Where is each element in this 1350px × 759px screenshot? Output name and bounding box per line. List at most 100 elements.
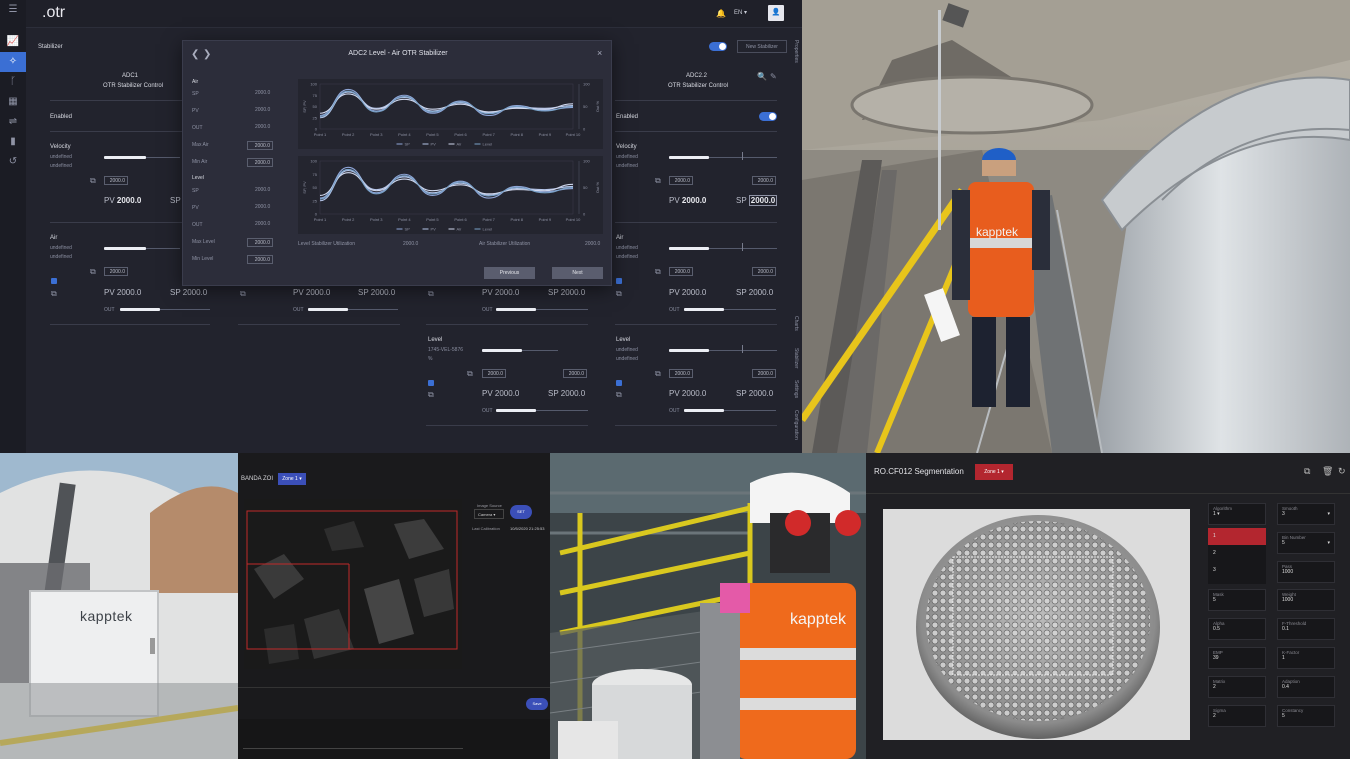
adc22-air-checkbox[interactable] xyxy=(616,278,622,284)
legend-entry: SP xyxy=(405,142,411,147)
param-field-alpha[interactable]: Alpha 0.5 xyxy=(1208,618,1266,640)
banda-save-button[interactable]: Save xyxy=(526,698,548,710)
global-toggle[interactable] xyxy=(709,42,727,51)
bell-icon[interactable]: 🔔 xyxy=(716,9,726,18)
modal-row-input[interactable]: 2000.0 xyxy=(247,158,273,167)
copy-icon[interactable]: ⧉ xyxy=(240,289,246,299)
banda-zone-dropdown[interactable]: Zone 1 ▾ xyxy=(278,473,306,485)
param-field-matrix[interactable]: Matrix 2 xyxy=(1208,676,1266,698)
grid-icon[interactable]: ▦ xyxy=(0,92,26,112)
algorithm-option[interactable]: 1 xyxy=(1208,528,1266,545)
param-field-constancy[interactable]: Constancy 5 xyxy=(1277,705,1335,727)
y-tick-label: 75 xyxy=(313,93,318,98)
param-field-emp[interactable]: EMP 39 xyxy=(1208,647,1266,669)
algorithm-option[interactable]: 2 xyxy=(1208,545,1266,562)
adc22-level-out-label: OUT xyxy=(669,408,680,414)
field-label: EMP xyxy=(1213,650,1223,655)
level-input-2[interactable]: 2000.0 xyxy=(563,369,587,378)
level-input-1[interactable]: 2000.0 xyxy=(482,369,506,378)
level-checkbox[interactable] xyxy=(428,380,434,386)
level-slider[interactable] xyxy=(482,349,522,352)
copy-icon[interactable]: ⧉ xyxy=(655,176,661,186)
bar-chart-icon[interactable]: ▮ xyxy=(0,132,26,152)
adc1-velocity-input[interactable]: 2000.0 xyxy=(104,176,128,185)
adc1-velocity-slider[interactable] xyxy=(104,156,146,159)
link-icon[interactable]: ⧉ xyxy=(428,390,434,400)
adc1-air-checkbox[interactable] xyxy=(51,278,57,284)
user-avatar-icon[interactable]: 👤 xyxy=(768,5,784,21)
stabilizer-modal: ❮ ❯ ADC2 Level - Air OTR Stabilizer × Ai… xyxy=(182,40,612,286)
seg-zone-dropdown[interactable]: Zone 1 ▾ xyxy=(975,464,1013,480)
adc22-level-pv: PV 2000.0 xyxy=(669,389,707,398)
adc22-sp-readout[interactable]: SP 2000.0 xyxy=(736,195,778,206)
field-value: 0.5 xyxy=(1213,626,1220,632)
field-value: 1 ▾ xyxy=(1213,511,1220,517)
menu-icon[interactable]: ☰ xyxy=(0,0,26,20)
froth-camera-view[interactable] xyxy=(883,509,1190,740)
rock-camera-view[interactable] xyxy=(244,499,462,669)
adc22-velocity-slider[interactable] xyxy=(669,156,709,159)
image-source-select[interactable]: Camera ▾ xyxy=(474,509,504,519)
copy-icon[interactable]: ⧉ xyxy=(90,176,96,186)
adc22-input-2[interactable]: 2000.0 xyxy=(752,176,776,185)
param-field-pass[interactable]: Pass 1000 xyxy=(1277,561,1335,583)
adc22-level-checkbox[interactable] xyxy=(616,380,622,386)
side-tab-configuration[interactable]: Configuration xyxy=(793,410,799,440)
close-icon[interactable]: × xyxy=(597,48,602,58)
history-icon[interactable]: ↺ xyxy=(0,152,26,172)
param-field-sigma[interactable]: Sigma 2 xyxy=(1208,705,1266,727)
new-stabilizer-button[interactable]: New Stabilizer xyxy=(737,40,787,53)
link-icon[interactable]: ⧉ xyxy=(51,289,57,299)
previous-button[interactable]: Previous xyxy=(484,267,535,279)
edit-icon[interactable]: ✎ xyxy=(770,72,777,81)
copy-icon[interactable]: ⧉ xyxy=(655,369,661,379)
adc1-air-slider[interactable] xyxy=(104,247,146,250)
adc22-level-slider[interactable] xyxy=(669,349,709,352)
side-tab-properties[interactable]: Properties xyxy=(793,40,799,63)
copy-icon[interactable]: ⧉ xyxy=(90,267,96,277)
next-button[interactable]: Next xyxy=(552,267,603,279)
adc22-air-input-1[interactable]: 2000.0 xyxy=(669,267,693,276)
modal-row-input[interactable]: 2000.0 xyxy=(247,238,273,247)
copy-icon[interactable]: ⧉ xyxy=(1304,466,1310,477)
set-button[interactable]: SET xyxy=(510,505,532,519)
copy-icon[interactable]: ⧉ xyxy=(428,289,434,299)
side-tab-settings[interactable]: Settings xyxy=(793,380,799,398)
link-icon[interactable]: ⧉ xyxy=(616,289,622,299)
param-field-adaption[interactable]: Adaption 0.4 xyxy=(1277,676,1335,698)
algorithm-select[interactable]: Algorithm 1 ▾ xyxy=(1208,503,1266,525)
chart-icon[interactable]: 📈 xyxy=(0,32,26,52)
sliders-icon[interactable]: ⇌ xyxy=(0,112,26,132)
copy-icon[interactable]: ⧉ xyxy=(467,369,473,379)
modal-row-input[interactable]: 2000.0 xyxy=(247,255,273,264)
param-field-smooth[interactable]: Smooth 3 ▾ xyxy=(1277,503,1335,525)
series-line-sp xyxy=(319,88,574,117)
adc1-air-input[interactable]: 2000.0 xyxy=(104,267,128,276)
adc1-air-label: Air xyxy=(50,235,58,241)
stabilizer-nav-icon[interactable]: ✧ xyxy=(0,52,26,72)
adc22-air-input-2[interactable]: 2000.0 xyxy=(752,267,776,276)
branch-icon[interactable]: ᚴ xyxy=(0,72,26,92)
refresh-icon[interactable]: ↻ xyxy=(1338,466,1346,477)
adc22-enabled-toggle[interactable] xyxy=(759,112,777,121)
param-field-k-factor[interactable]: K-Factor 1 xyxy=(1277,647,1335,669)
param-field-bin-number[interactable]: Bin Number 5 ▾ xyxy=(1277,532,1335,554)
link-icon[interactable]: ⧉ xyxy=(616,390,622,400)
side-tab-stabilizer[interactable]: Stabilizer xyxy=(793,348,799,369)
copy-icon[interactable]: ⧉ xyxy=(655,267,661,277)
adc22-out-bar xyxy=(684,308,724,311)
param-field-f-threshold[interactable]: F-Threshold 0.1 xyxy=(1277,618,1335,640)
param-field-weight[interactable]: Weight 1000 xyxy=(1277,589,1335,611)
adc22-level-input-1[interactable]: 2000.0 xyxy=(669,369,693,378)
adc22-input-1[interactable]: 2000.0 xyxy=(669,176,693,185)
adc1-air-undefined-1: undefined xyxy=(50,245,72,251)
adc22-level-input-2[interactable]: 2000.0 xyxy=(752,369,776,378)
language-selector[interactable]: EN ▾ xyxy=(734,9,747,16)
side-tab-charts[interactable]: Charts xyxy=(793,316,799,331)
delete-icon[interactable]: 🗑 xyxy=(1322,466,1333,477)
param-field-mask[interactable]: Mask 5 xyxy=(1208,589,1266,611)
adc22-air-slider[interactable] xyxy=(669,247,709,250)
algorithm-option[interactable]: 3 xyxy=(1208,562,1266,579)
modal-row-input[interactable]: 2000.0 xyxy=(247,141,273,150)
search-icon[interactable]: 🔍 xyxy=(757,72,767,81)
